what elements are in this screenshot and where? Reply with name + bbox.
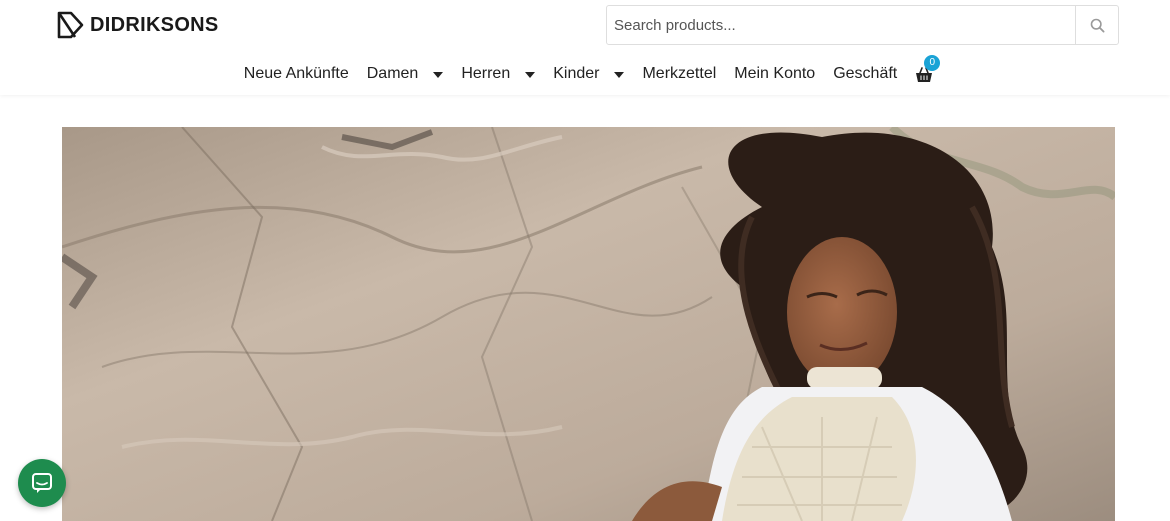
- brand-logo[interactable]: DIDRIKSONS: [56, 11, 219, 39]
- main-navigation: Neue Ankünfte Damen Herren Kinder Merkze…: [0, 55, 1170, 91]
- didriksons-logo-icon: [57, 11, 84, 39]
- nav-item-mein-konto[interactable]: Mein Konto: [734, 65, 815, 83]
- nav-item-herren[interactable]: Herren: [461, 65, 536, 83]
- cart-button[interactable]: 0: [915, 55, 941, 84]
- search-icon: [1090, 18, 1105, 33]
- site-header: DIDRIKSONS Neue Ankünfte Damen Herren Ki…: [0, 0, 1170, 95]
- nav-item-label: Neue Ankünfte: [243, 65, 349, 82]
- search-input[interactable]: [607, 6, 1075, 44]
- chat-launcher-button[interactable]: [18, 459, 66, 507]
- cart-count-badge: 0: [924, 55, 941, 71]
- nav-item-merkzettel[interactable]: Merkzettel: [642, 65, 716, 83]
- nav-item-label: Kinder: [553, 65, 600, 82]
- nav-item-label: Merkzettel: [642, 65, 717, 82]
- nav-item-label: Mein Konto: [734, 65, 816, 82]
- nav-item-label: Damen: [366, 65, 419, 82]
- caret-down-icon[interactable]: [525, 72, 536, 78]
- brand-name: DIDRIKSONS: [90, 13, 219, 36]
- nav-item-neue-ankuenfte[interactable]: Neue Ankünfte: [244, 65, 349, 83]
- caret-down-icon[interactable]: [614, 72, 625, 78]
- hero-image: [62, 127, 1115, 521]
- nav-item-geschaeft[interactable]: Geschäft: [833, 65, 897, 83]
- caret-down-icon[interactable]: [433, 72, 444, 78]
- chat-bubble-icon: [32, 473, 52, 493]
- nav-list: Neue Ankünfte Damen Herren Kinder Merkze…: [235, 55, 941, 84]
- search-button[interactable]: [1075, 6, 1118, 44]
- search-bar: [606, 5, 1119, 45]
- nav-item-label: Geschäft: [833, 65, 898, 82]
- hero-photo-illustration: [62, 127, 1115, 521]
- nav-item-damen[interactable]: Damen: [367, 65, 444, 83]
- nav-item-label: Herren: [461, 65, 511, 82]
- nav-item-kinder[interactable]: Kinder: [553, 65, 625, 83]
